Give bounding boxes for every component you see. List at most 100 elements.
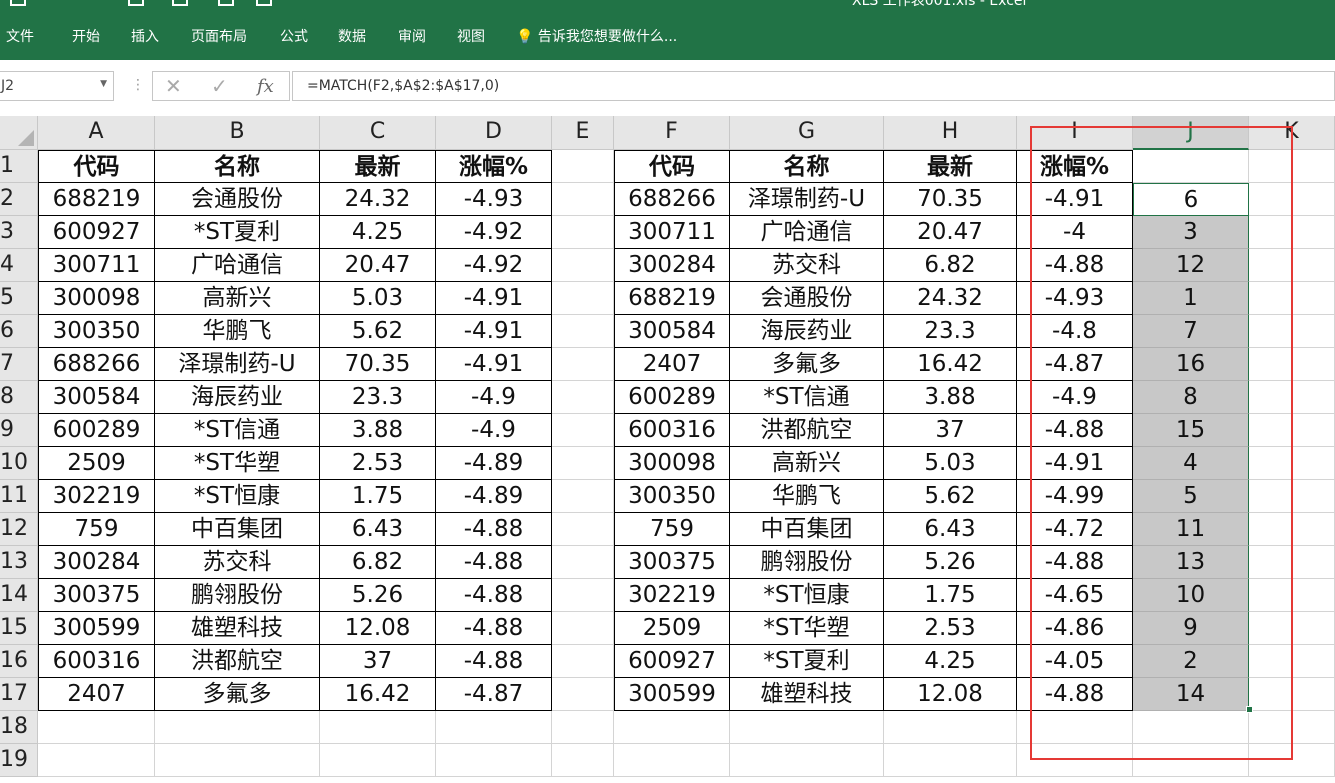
- cell-c8[interactable]: 23.3: [320, 381, 436, 414]
- cell-a17[interactable]: 2407: [38, 678, 155, 711]
- column-header-f[interactable]: F: [614, 116, 730, 150]
- cell-b8[interactable]: 海辰药业: [155, 381, 320, 414]
- cell-j15[interactable]: 9: [1133, 612, 1249, 645]
- cell-i14[interactable]: -4.65: [1017, 579, 1133, 612]
- cell-j10[interactable]: 4: [1133, 447, 1249, 480]
- cell-a1[interactable]: 代码: [38, 150, 155, 183]
- cell-e11[interactable]: [552, 480, 614, 513]
- cell-i3[interactable]: -4: [1017, 216, 1133, 249]
- cell-d18[interactable]: [436, 711, 552, 744]
- column-header-e[interactable]: E: [552, 116, 614, 150]
- chevron-down-icon[interactable]: ▼: [100, 79, 107, 89]
- cell-d14[interactable]: -4.88: [436, 579, 552, 612]
- cell-d6[interactable]: -4.91: [436, 315, 552, 348]
- cell-h9[interactable]: 37: [884, 414, 1017, 447]
- cell-i9[interactable]: -4.88: [1017, 414, 1133, 447]
- cell-i8[interactable]: -4.9: [1017, 381, 1133, 414]
- new-sheet-icon[interactable]: [172, 0, 188, 6]
- cell-h12[interactable]: 6.43: [884, 513, 1017, 546]
- cell-k13[interactable]: [1249, 546, 1335, 579]
- tab-formulas[interactable]: 公式: [280, 26, 308, 46]
- cell-k4[interactable]: [1249, 249, 1335, 282]
- column-header-d[interactable]: D: [436, 116, 552, 150]
- cell-i17[interactable]: -4.88: [1017, 678, 1133, 711]
- row-header-16[interactable]: 16: [0, 645, 38, 678]
- cell-g17[interactable]: 雄塑科技: [730, 678, 884, 711]
- cell-g13[interactable]: 鹏翎股份: [730, 546, 884, 579]
- cell-i2[interactable]: -4.91: [1017, 183, 1133, 216]
- cell-f7[interactable]: 2407: [614, 348, 730, 381]
- cell-k15[interactable]: [1249, 612, 1335, 645]
- cell-g6[interactable]: 海辰药业: [730, 315, 884, 348]
- cell-i10[interactable]: -4.91: [1017, 447, 1133, 480]
- cell-d19[interactable]: [436, 744, 552, 777]
- cell-k1[interactable]: [1249, 150, 1335, 183]
- save-icon[interactable]: [10, 0, 26, 6]
- refresh-icon[interactable]: [218, 0, 234, 6]
- cell-f19[interactable]: [614, 744, 730, 777]
- cell-h6[interactable]: 23.3: [884, 315, 1017, 348]
- row-header-2[interactable]: 2: [0, 183, 38, 216]
- cell-i19[interactable]: [1017, 744, 1133, 777]
- cell-f15[interactable]: 2509: [614, 612, 730, 645]
- cell-i18[interactable]: [1017, 711, 1133, 744]
- tab-view[interactable]: 视图: [457, 26, 485, 46]
- row-header-13[interactable]: 13: [0, 546, 38, 579]
- cell-b13[interactable]: 苏交科: [155, 546, 320, 579]
- cell-h13[interactable]: 5.26: [884, 546, 1017, 579]
- cell-a9[interactable]: 600289: [38, 414, 155, 447]
- cell-e4[interactable]: [552, 249, 614, 282]
- cell-f8[interactable]: 600289: [614, 381, 730, 414]
- cell-b10[interactable]: *ST华塑: [155, 447, 320, 480]
- cell-f11[interactable]: 300350: [614, 480, 730, 513]
- row-header-19[interactable]: 19: [0, 744, 38, 777]
- cell-b17[interactable]: 多氟多: [155, 678, 320, 711]
- cell-j7[interactable]: 16: [1133, 348, 1249, 381]
- cell-g9[interactable]: 洪都航空: [730, 414, 884, 447]
- cell-c11[interactable]: 1.75: [320, 480, 436, 513]
- cell-k7[interactable]: [1249, 348, 1335, 381]
- cell-a13[interactable]: 300284: [38, 546, 155, 579]
- cell-b12[interactable]: 中百集团: [155, 513, 320, 546]
- cell-c7[interactable]: 70.35: [320, 348, 436, 381]
- cell-a6[interactable]: 300350: [38, 315, 155, 348]
- insert-function-icon[interactable]: fx: [257, 76, 274, 97]
- cell-h15[interactable]: 2.53: [884, 612, 1017, 645]
- cell-g14[interactable]: *ST恒康: [730, 579, 884, 612]
- cell-a7[interactable]: 688266: [38, 348, 155, 381]
- cell-g18[interactable]: [730, 711, 884, 744]
- cell-c6[interactable]: 5.62: [320, 315, 436, 348]
- cell-d12[interactable]: -4.88: [436, 513, 552, 546]
- cell-k10[interactable]: [1249, 447, 1335, 480]
- cell-j13[interactable]: 13: [1133, 546, 1249, 579]
- cell-j3[interactable]: 3: [1133, 216, 1249, 249]
- cell-g12[interactable]: 中百集团: [730, 513, 884, 546]
- cell-b16[interactable]: 洪都航空: [155, 645, 320, 678]
- cell-h5[interactable]: 24.32: [884, 282, 1017, 315]
- cell-g16[interactable]: *ST夏利: [730, 645, 884, 678]
- cell-f12[interactable]: 759: [614, 513, 730, 546]
- cell-e13[interactable]: [552, 546, 614, 579]
- column-header-i[interactable]: I: [1017, 116, 1133, 150]
- select-all-corner[interactable]: [0, 116, 38, 150]
- cell-a10[interactable]: 2509: [38, 447, 155, 480]
- cell-c1[interactable]: 最新: [320, 150, 436, 183]
- cell-h17[interactable]: 12.08: [884, 678, 1017, 711]
- cell-a4[interactable]: 300711: [38, 249, 155, 282]
- cell-j1[interactable]: [1133, 150, 1249, 183]
- cell-i12[interactable]: -4.72: [1017, 513, 1133, 546]
- cell-e1[interactable]: [552, 150, 614, 183]
- cell-d11[interactable]: -4.89: [436, 480, 552, 513]
- cell-f13[interactable]: 300375: [614, 546, 730, 579]
- cell-a8[interactable]: 300584: [38, 381, 155, 414]
- cell-c10[interactable]: 2.53: [320, 447, 436, 480]
- column-header-h[interactable]: H: [884, 116, 1017, 150]
- splitter-dots-icon[interactable]: ⋮: [131, 77, 145, 93]
- cell-e5[interactable]: [552, 282, 614, 315]
- cell-k18[interactable]: [1249, 711, 1335, 744]
- cell-d8[interactable]: -4.9: [436, 381, 552, 414]
- cell-f2[interactable]: 688266: [614, 183, 730, 216]
- cell-b1[interactable]: 名称: [155, 150, 320, 183]
- cell-h8[interactable]: 3.88: [884, 381, 1017, 414]
- column-header-b[interactable]: B: [155, 116, 320, 150]
